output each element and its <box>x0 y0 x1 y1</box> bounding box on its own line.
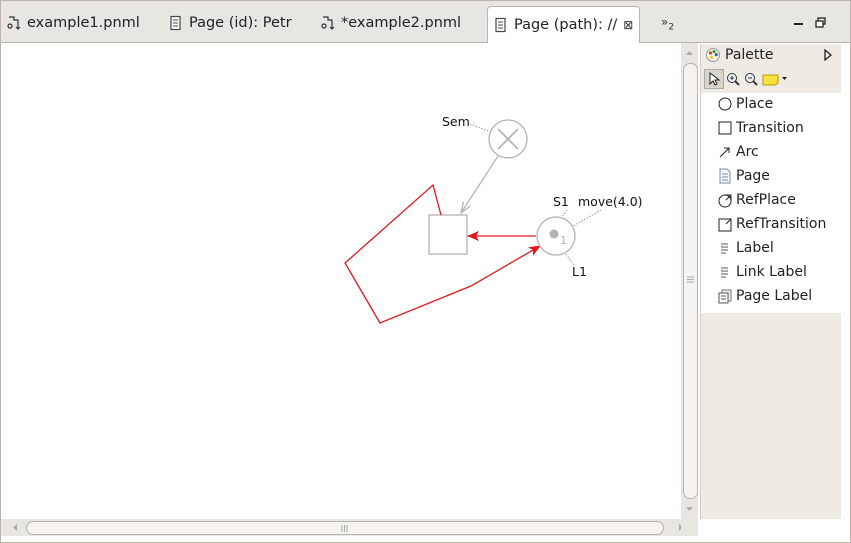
palette-item-place[interactable]: Place <box>717 94 773 114</box>
zoom-in-button[interactable] <box>726 72 741 87</box>
label-icon <box>717 240 733 256</box>
tab-overflow-button[interactable]: »2 <box>661 15 674 32</box>
zoom-in-icon <box>727 72 740 86</box>
refplace-icon <box>717 192 733 208</box>
token <box>549 229 559 239</box>
palette-item-arc[interactable]: Arc <box>717 142 759 162</box>
horizontal-scrollbar[interactable] <box>1 519 698 536</box>
pnml-file-icon <box>7 15 21 31</box>
horizontal-scroll-thumb[interactable] <box>26 521 664 535</box>
palette-item-label: Arc <box>736 144 759 160</box>
grip-icon <box>341 525 348 532</box>
palette-item-label-text: Label <box>736 240 774 256</box>
editor-window: example1.pnml Page (id): Petr *example2.… <box>0 0 851 543</box>
minimize-button[interactable] <box>793 14 805 26</box>
dropdown-arrow-icon <box>782 77 787 80</box>
palette-item-page-label[interactable]: Page Label <box>717 286 812 306</box>
arc-icon <box>717 144 733 160</box>
note-icon <box>762 74 779 85</box>
palette-item-label: Link Label <box>736 264 807 280</box>
tab-label: example1.pnml <box>27 15 140 31</box>
tab-example2[interactable]: *example2.pnml <box>321 8 461 38</box>
palette-item-label: Page <box>736 168 770 184</box>
tab-example1[interactable]: example1.pnml <box>7 8 140 38</box>
grip-icon <box>687 276 694 283</box>
editor-tab-bar: example1.pnml Page (id): Petr *example2.… <box>1 1 850 43</box>
page-label-icon <box>717 288 733 304</box>
petri-net-diagram[interactable]: Sem 1 S1 move(4.0) L1 <box>1 43 681 519</box>
page-editor-icon <box>169 15 183 31</box>
palette-collapse-icon[interactable] <box>823 49 833 61</box>
l1-label[interactable]: L1 <box>572 264 587 279</box>
move-label[interactable]: move(4.0) <box>578 194 643 209</box>
palette-item-transition[interactable]: Transition <box>717 118 804 138</box>
maximize-button[interactable] <box>815 14 827 28</box>
scroll-left-icon[interactable] <box>7 519 23 536</box>
scroll-down-icon[interactable] <box>681 501 698 517</box>
sem-label[interactable]: Sem <box>442 114 470 129</box>
select-tool-button[interactable] <box>704 69 724 89</box>
palette-item-label: Place <box>736 96 774 112</box>
palette-item-label: Transition <box>736 120 804 136</box>
page-editor-icon <box>494 17 508 33</box>
minimize-icon <box>794 23 803 25</box>
square-icon <box>717 120 733 136</box>
arc-sem-to-transition[interactable] <box>461 155 499 213</box>
reftransition-icon <box>717 216 733 232</box>
zoom-out-button[interactable] <box>744 72 759 87</box>
sem-label-connector <box>469 123 492 133</box>
palette-item-link-label[interactable]: Link Label <box>717 262 807 282</box>
palette-header[interactable]: Palette <box>701 44 841 66</box>
palette-item-label: RefPlace <box>736 192 796 208</box>
pnml-file-icon <box>321 15 335 31</box>
s1-place[interactable]: 1 <box>536 216 576 256</box>
vertical-scrollbar[interactable] <box>681 43 698 519</box>
tab-page-id[interactable]: Page (id): Petr <box>169 8 292 38</box>
palette-tool-list: Place Transition Arc Page RefPlace RefTr… <box>701 93 841 313</box>
page-icon <box>717 168 733 184</box>
palette-item-label[interactable]: Label <box>717 238 774 258</box>
note-tool-button[interactable] <box>762 73 788 86</box>
zoom-out-icon <box>745 72 758 86</box>
tab-label: Page (path): // <box>514 17 618 33</box>
token-count: 1 <box>560 234 567 247</box>
sem-place[interactable] <box>488 119 528 159</box>
transition[interactable] <box>428 214 468 255</box>
palette-item-page[interactable]: Page <box>717 166 770 186</box>
palette-title: Palette <box>725 47 774 63</box>
pointer-icon <box>709 72 720 86</box>
move-label-connector <box>572 209 602 227</box>
palette-toolbar <box>704 69 788 89</box>
close-tab-button[interactable]: ⊠ <box>623 18 633 32</box>
s1-label-connector <box>561 209 568 218</box>
palette-item-reftransition[interactable]: RefTransition <box>717 214 826 234</box>
vertical-scroll-thumb[interactable] <box>683 63 698 499</box>
link-label-icon <box>717 264 733 280</box>
scroll-corner <box>681 519 698 536</box>
palette-item-label: Page Label <box>736 288 813 304</box>
s1-label[interactable]: S1 <box>553 194 569 209</box>
circle-icon <box>717 96 733 112</box>
palette-item-label: RefTransition <box>736 216 827 232</box>
scroll-up-icon[interactable] <box>681 45 698 61</box>
palette-panel: Palette Place Transition Arc Page RefPla… <box>700 44 841 519</box>
restore-icon <box>815 17 826 28</box>
diagram-canvas[interactable]: Sem 1 S1 move(4.0) L1 <box>1 43 681 519</box>
palette-item-refplace[interactable]: RefPlace <box>717 190 796 210</box>
overflow-count: 2 <box>668 22 675 33</box>
palette-icon <box>705 47 721 63</box>
tab-page-path[interactable]: Page (path): // ⊠ <box>487 6 641 43</box>
tab-label: Page (id): Petr <box>189 15 292 31</box>
tab-label: *example2.pnml <box>341 15 462 31</box>
